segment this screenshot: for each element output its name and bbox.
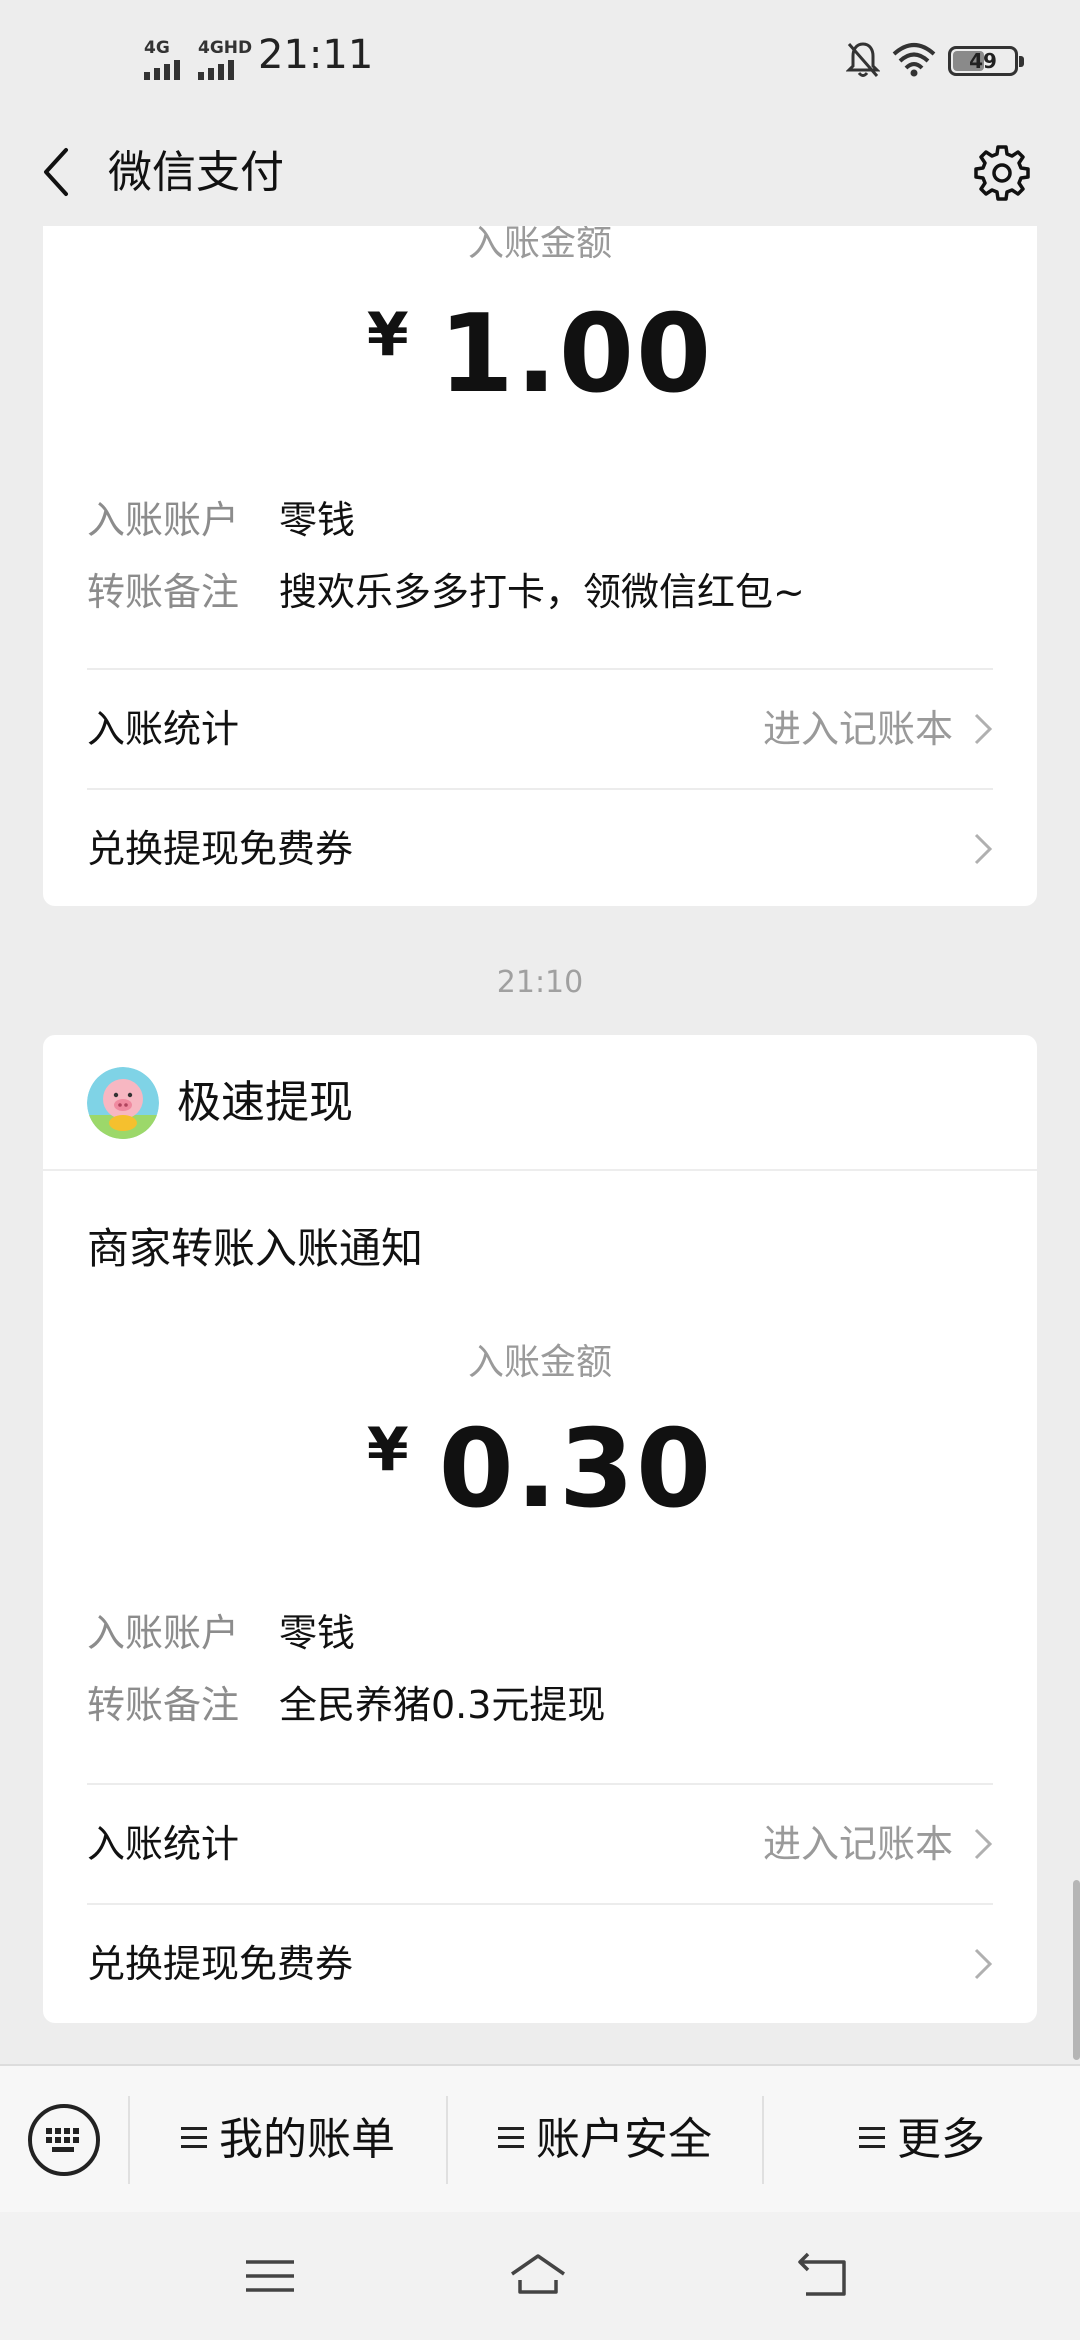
notification-card-1: 入账金额 ¥1.00 入账账户 零钱 转账备注 搜欢乐多多打卡，领微信红包~ 入账统… [43,226,1037,906]
currency-symbol: ¥ [366,1415,409,1485]
wifi-icon [892,43,936,77]
account-row: 入账账户 零钱 [87,494,355,546]
menu-my-bills-label: 我的账单 [219,2114,395,2165]
chevron-right-icon [974,713,993,745]
currency-symbol: ¥ [366,300,409,370]
account-value: 零钱 [279,498,356,542]
account-key: 入账账户 [87,498,240,542]
remark-row: 转账备注 全民养猪0.3元提现 [87,1679,605,1731]
stats-row[interactable]: 入账统计 进入记账本 [87,1785,993,1903]
amount-value: 1.00 [438,292,714,417]
message-timestamp: 21:10 [496,965,584,1000]
stats-row[interactable]: 入账统计 进入记账本 [87,670,993,788]
amount-label: 入账金额 [467,1342,612,1383]
status-bar: 4G 4GHD 21:11 49 [0,0,1080,120]
bottom-menu: 我的账单 账户安全 更多 [0,2064,1080,2212]
amount-label: 入账金额 [467,226,612,264]
account-row: 入账账户 零钱 [87,1607,355,1659]
network-label-1: 4G [144,38,170,58]
gear-icon[interactable] [972,143,1032,203]
recent-apps-icon[interactable] [240,2246,300,2306]
battery-icon: 49 [948,46,1024,76]
pig-avatar-icon [87,1067,159,1139]
menu-my-bills[interactable]: 我的账单 [130,2066,446,2214]
notification-card-2[interactable]: 极速提现 商家转账入账通知 入账金额 ¥0.30 入账账户 零钱 转账备注 全民养猪… [43,1035,1037,2023]
app-header[interactable]: 极速提现 [43,1035,1037,1171]
ledger-link[interactable]: 进入记账本 [763,1785,953,1903]
back-nav-icon[interactable] [794,2246,854,2306]
menu-list-icon [859,2127,885,2149]
app-avatar[interactable] [87,1067,159,1139]
menu-list-icon [181,2127,207,2149]
ledger-link[interactable]: 进入记账本 [763,670,953,788]
menu-more[interactable]: 更多 [764,2066,1080,2214]
battery-level: 49 [969,49,997,73]
notice-title: 商家转账入账通知 [87,1224,424,1273]
menu-list-icon [498,2127,524,2149]
amount-display: ¥1.00 [43,292,1037,417]
keyboard-icon [46,2128,79,2152]
account-value: 零钱 [279,1611,356,1655]
stats-label: 入账统计 [87,707,240,751]
system-nav-bar [0,2212,1080,2340]
home-icon[interactable] [508,2246,568,2306]
amount-value: 0.30 [438,1407,714,1532]
mute-bell-icon [846,42,880,77]
remark-key: 转账备注 [87,1683,240,1727]
keyboard-toggle-button[interactable] [28,2104,100,2176]
stats-label: 入账统计 [87,1822,240,1866]
app-name[interactable]: 极速提现 [177,1073,353,1133]
remark-key: 转账备注 [87,570,240,614]
menu-account-security[interactable]: 账户安全 [448,2066,762,2214]
coupon-row[interactable]: 兑换提现免费券 [87,790,993,906]
remark-row: 转账备注 搜欢乐多多打卡，领微信红包~ [87,566,805,618]
menu-account-security-label: 账户安全 [536,2114,712,2165]
back-arrow-icon[interactable] [36,142,96,202]
page-title: 微信支付 [108,147,284,198]
menu-more-label: 更多 [897,2114,985,2165]
status-time: 21:11 [258,32,374,78]
coupon-label: 兑换提现免费券 [87,827,354,871]
chevron-right-icon [974,1828,993,1860]
chevron-right-icon [974,1948,993,1980]
account-key: 入账账户 [87,1611,240,1655]
amount-display: ¥0.30 [43,1407,1037,1532]
coupon-label: 兑换提现免费券 [87,1942,354,1986]
network-label-2: 4GHD [198,38,253,58]
chevron-right-icon [974,833,993,865]
scrollbar[interactable] [1073,1880,1080,2060]
remark-value: 全民养猪0.3元提现 [279,1683,606,1727]
header: 微信支付 [0,120,1080,226]
remark-value: 搜欢乐多多打卡，领微信红包~ [279,570,805,614]
coupon-row[interactable]: 兑换提现免费券 [87,1905,993,2023]
